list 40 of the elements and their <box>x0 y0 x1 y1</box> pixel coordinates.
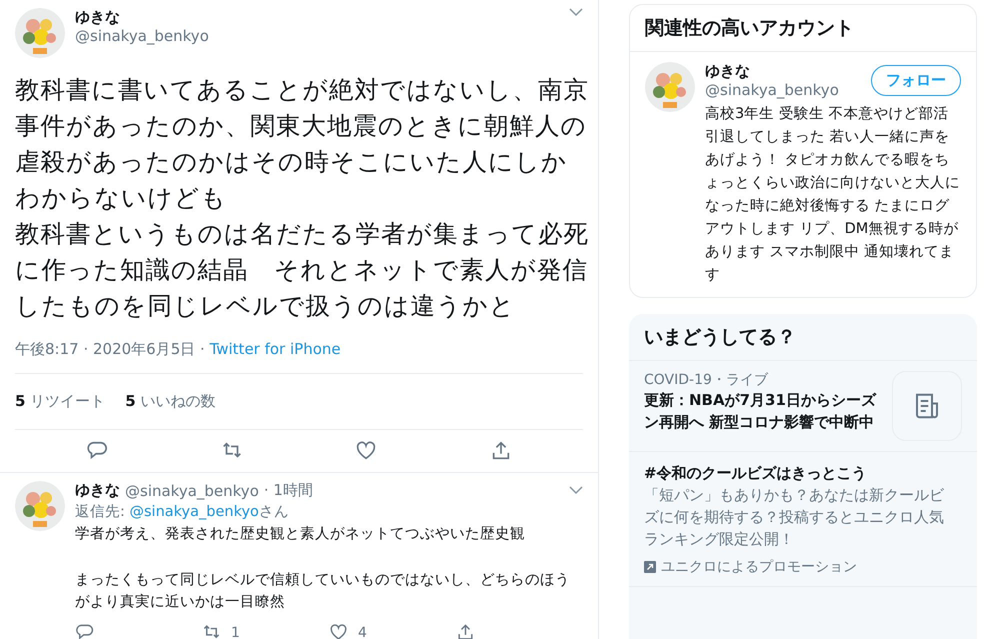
trend-headline: #令和のクールビズはきっとこう <box>644 463 868 484</box>
reply-text: まったくもって同じレベルで信頼していいものではないし、どちらのほうがより真実に近いかは一目瞭然 <box>75 571 571 612</box>
trend-item[interactable]: #令和のクールビズはきっとこう 「短パン」もありかも？あなたは新クールビズに何を期待する？投稿するとユニクロ人気ランキング限定公開！ ユニクロによるプロモーション <box>629 452 977 587</box>
chevron-down-icon[interactable] <box>569 486 583 495</box>
user-handle[interactable]: @sinakya_benkyo <box>75 27 559 45</box>
tweet-age: · 1時間 <box>264 481 313 500</box>
like-count: 4 <box>358 624 367 639</box>
reply-icon[interactable] <box>75 623 94 639</box>
user-name[interactable]: ゆきな <box>705 62 871 81</box>
stat-count[interactable]: 5 リツイート <box>15 392 106 411</box>
promoted-icon <box>644 561 656 573</box>
user-bio: 高校3年生 受験生 不本意やけど部活引退してしまった 若い人一緒に声をあげよう！ タピオカ飲んでる暇をちょっとくらい政治に向けないと大人になった時に絶対後悔する たまにログアウトします リプ、DM無視する時があります スマホ制限中 通知壊れてます <box>705 104 961 285</box>
avatar-image[interactable] <box>645 62 695 112</box>
tweet-text: 教科書に書いてあることが絶対ではないし、南京事件があったのか、関東大地震のときに朝鮮人の虐殺があったのかはその時そこにいた人にしかわからないけども <box>15 74 590 214</box>
stat-count[interactable]: 5 いいねの数 <box>125 392 216 411</box>
tweet-text: 教科書というものは名だたる学者が集まって必死に作った知識の結晶 それとネットで素人が発信したものを同じレベルで扱うのは違うかと <box>15 218 590 322</box>
card-title: 関連性の高いアカウント <box>630 5 976 52</box>
avatar-image[interactable] <box>15 481 65 531</box>
user-name[interactable]: ゆきな <box>75 8 559 27</box>
trend-context: COVID-19・ライブ <box>644 371 770 389</box>
retweet-icon[interactable] <box>202 623 221 639</box>
tweet-timestamp: 午後8:17 · 2020年6月5日 · <box>15 340 206 358</box>
trend-description: 「短パン」もありかも？あなたは新クールビズに何を期待する？投稿するとユニクロ人気ランキング限定公開！ <box>644 485 945 550</box>
trend-headline: 更新：NBAが7月31日からシーズン再開へ 新型コロナ影響で中断中 <box>644 390 878 433</box>
like-icon[interactable] <box>329 623 348 639</box>
chevron-down-icon[interactable] <box>569 8 583 17</box>
reply-to-label: 返信先: <box>75 504 126 520</box>
reply-icon[interactable] <box>86 440 108 462</box>
reply-text: 学者が考え、発表された歴史観と素人がネットてつぶやいた歴史観 <box>75 525 526 544</box>
reply-to-suffix: さん <box>258 504 289 520</box>
user-handle[interactable]: @sinakya_benkyo <box>125 482 259 500</box>
promoted-label: ユニクロによるプロモーション <box>661 558 857 576</box>
card-title: いまどうしてる？ <box>629 314 977 361</box>
share-icon[interactable] <box>456 623 475 639</box>
avatar-image[interactable] <box>15 8 65 58</box>
like-icon[interactable] <box>355 440 378 462</box>
user-handle[interactable]: @sinakya_benkyo <box>705 81 871 99</box>
retweet-count: 1 <box>231 624 240 639</box>
trend-item[interactable]: COVID-19・ライブ 更新：NBAが7月31日からシーズン再開へ 新型コロナ影響で中断中 <box>629 361 977 452</box>
user-name[interactable]: ゆきな <box>75 481 120 500</box>
